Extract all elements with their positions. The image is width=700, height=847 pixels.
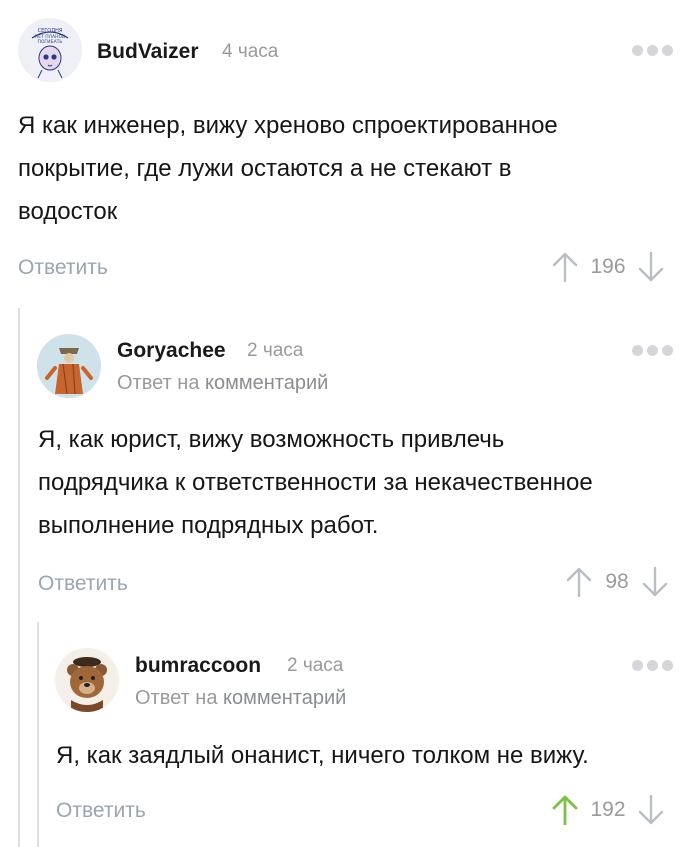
comment-body: Я, как заядлый онанист, ничего толком не… <box>56 734 692 777</box>
downvote-arrow-icon[interactable] <box>638 795 664 825</box>
reply-to-prefix: Ответ на <box>135 687 218 709</box>
comment-bumraccoon: bumraccoon 2 часа Ответ на комментарий Я… <box>0 0 700 847</box>
vote-controls: 192 <box>552 795 664 825</box>
author-name[interactable]: bumraccoon <box>135 654 261 678</box>
reply-button[interactable]: Ответить <box>56 799 146 823</box>
avatar[interactable] <box>55 648 119 712</box>
parent-comment-link[interactable]: комментарий <box>223 687 346 709</box>
more-options-icon[interactable] <box>632 660 673 671</box>
reply-to-reference: Ответ на комментарий <box>135 687 346 710</box>
timestamp: 2 часа <box>287 655 344 676</box>
comment-text-line: Я, как заядлый онанист, ничего толком не… <box>56 742 589 769</box>
rating-count: 192 <box>590 798 626 821</box>
upvote-arrow-icon[interactable] <box>552 795 578 825</box>
bear-avatar-icon <box>55 648 119 712</box>
